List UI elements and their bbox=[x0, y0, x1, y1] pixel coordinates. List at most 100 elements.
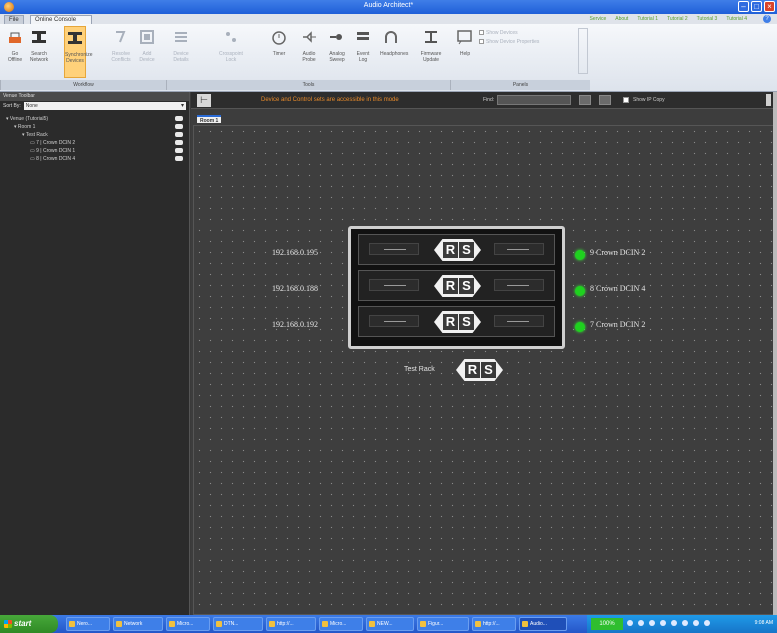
tray-icon[interactable] bbox=[682, 620, 688, 626]
tab-online-console[interactable]: Online Console bbox=[30, 15, 92, 24]
tray-icon[interactable] bbox=[649, 620, 655, 626]
pin-icon[interactable] bbox=[766, 94, 771, 106]
tree-item[interactable]: ▾ Test Rack bbox=[0, 131, 189, 139]
tree-item[interactable]: ▭ 7 | Crown DCIN 2 bbox=[0, 139, 189, 147]
show-properties-checkbox[interactable] bbox=[479, 39, 484, 44]
device-label[interactable]: 7 Crown DCIN 2 bbox=[590, 320, 645, 329]
taskbar-item[interactable]: Micro... bbox=[319, 617, 363, 631]
event-log-icon bbox=[357, 32, 369, 40]
tab-file[interactable]: File bbox=[4, 15, 24, 24]
taskbar-item[interactable]: Network bbox=[113, 617, 163, 631]
taskbar-item[interactable]: Micro... bbox=[166, 617, 210, 631]
link-about[interactable]: About bbox=[615, 15, 628, 23]
status-led bbox=[575, 250, 585, 260]
tray-icon[interactable] bbox=[638, 620, 644, 626]
close-button[interactable]: × bbox=[764, 1, 775, 12]
go-offline-button[interactable]: Go Offline bbox=[4, 26, 26, 78]
sort-row: Sort By: None bbox=[0, 101, 189, 111]
configure-icon[interactable]: ⊢ bbox=[197, 94, 211, 107]
rack-unit[interactable]: RS bbox=[358, 234, 555, 265]
rack-logo-icon[interactable]: RS bbox=[456, 359, 503, 381]
go-offline-label: Go Offline bbox=[7, 51, 23, 63]
tray-icon[interactable] bbox=[671, 620, 677, 626]
start-button[interactable]: start bbox=[0, 615, 58, 633]
status-icon bbox=[175, 156, 183, 161]
venue-tree: ▾ Venue (Tutorial5) ▾ Room 1 ▾ Test Rack ▭ … bbox=[0, 115, 189, 163]
tree-item[interactable]: ▭ 9 | Crown DCIN 1 bbox=[0, 147, 189, 155]
analog-sweep-button[interactable]: Analog Sweep bbox=[326, 26, 348, 78]
link-tutorial-1[interactable]: Tutorial 1 bbox=[637, 15, 658, 23]
device-ip: 192.168.0.195 bbox=[272, 248, 318, 257]
ribbon-scroll[interactable] bbox=[578, 28, 588, 74]
tray-icon[interactable] bbox=[627, 620, 633, 626]
device-details-label: Device Details bbox=[173, 51, 189, 63]
rack-unit[interactable]: RS bbox=[358, 306, 555, 337]
help-panel-button[interactable]: Help bbox=[454, 26, 476, 78]
link-tutorial-4[interactable]: Tutorial 4 bbox=[726, 15, 747, 23]
rs-logo-icon: RS bbox=[434, 275, 481, 297]
minimize-button[interactable]: ‒ bbox=[738, 1, 749, 12]
show-ip-checkbox[interactable] bbox=[623, 97, 629, 103]
venue-toolbar-title: Venue Toolbar bbox=[0, 92, 189, 101]
main-area: ⊢ Device and Control sets are accessible… bbox=[191, 92, 777, 615]
maximize-button[interactable]: □ bbox=[751, 1, 762, 12]
audio-probe-button[interactable]: Audio Probe bbox=[298, 26, 320, 78]
taskbar-item[interactable]: Audio... bbox=[519, 617, 567, 631]
find-input[interactable] bbox=[497, 95, 571, 105]
rack-handle-right bbox=[494, 315, 544, 327]
search-network-button[interactable]: Search Network bbox=[28, 26, 50, 78]
timer-button[interactable]: Timer bbox=[268, 26, 290, 78]
group-workflow: Workflow bbox=[0, 80, 166, 90]
find-prev-button[interactable] bbox=[579, 95, 591, 105]
firmware-update-button[interactable]: Firmware Update bbox=[418, 26, 444, 78]
tray-icon[interactable] bbox=[660, 620, 666, 626]
taskbar-item[interactable]: Figur... bbox=[417, 617, 469, 631]
help-icon[interactable]: ? bbox=[763, 15, 771, 23]
rack-unit[interactable]: RS bbox=[358, 270, 555, 301]
group-panels: Panels bbox=[450, 80, 590, 90]
show-properties-label: Show Device Properties bbox=[486, 38, 540, 45]
timer-label: Timer bbox=[272, 51, 286, 57]
device-details-button[interactable]: Device Details bbox=[170, 26, 192, 78]
synchronize-button[interactable]: Synchronize Devices bbox=[64, 26, 93, 78]
add-device-button[interactable]: Add Device bbox=[136, 26, 158, 78]
tray-icon[interactable] bbox=[704, 620, 710, 626]
headphones-button[interactable]: Headphones bbox=[380, 26, 408, 78]
tree-item-label: Room 1 bbox=[17, 124, 36, 130]
tree-item[interactable]: ▭ 8 | Crown DCIN 4 bbox=[0, 155, 189, 163]
device-label[interactable]: 8 Crown DCIN 4 bbox=[590, 284, 645, 293]
link-service[interactable]: Service bbox=[590, 15, 607, 23]
crosspoint-lock-button[interactable]: Crosspoint Lock bbox=[216, 26, 246, 78]
link-tutorial-2[interactable]: Tutorial 2 bbox=[667, 15, 688, 23]
show-devices-checkbox[interactable] bbox=[479, 30, 484, 35]
rack-frame[interactable]: RS RS RS bbox=[348, 226, 565, 349]
design-canvas[interactable]: RS RS RS 192.168.0.195 192.168.0.188 192… bbox=[193, 125, 775, 615]
link-tutorial-3[interactable]: Tutorial 3 bbox=[697, 15, 718, 23]
sort-dropdown[interactable]: None bbox=[23, 102, 186, 110]
tree-item-label: Test Rack bbox=[25, 132, 48, 138]
tray-icon[interactable] bbox=[693, 620, 699, 626]
device-label[interactable]: 9 Crown DCIN 2 bbox=[590, 248, 645, 257]
zoom-indicator[interactable]: 100% bbox=[591, 618, 623, 630]
status-icon bbox=[175, 124, 183, 129]
firmware-icon bbox=[425, 31, 437, 43]
find-next-button[interactable] bbox=[599, 95, 611, 105]
rack-handle-left bbox=[369, 243, 419, 255]
tab-room-1[interactable]: Room 1 bbox=[197, 115, 222, 124]
taskbar-item[interactable]: Nero... bbox=[66, 617, 110, 631]
search-network-icon bbox=[32, 31, 46, 43]
resolve-conflicts-button[interactable]: Resolve Conflicts bbox=[110, 26, 132, 78]
main-toolbar: ⊢ Device and Control sets are accessible… bbox=[191, 92, 777, 109]
taskbar-item[interactable]: http://... bbox=[472, 617, 516, 631]
show-properties-option[interactable]: Show Device Properties bbox=[479, 37, 574, 46]
event-log-button[interactable]: Event Log bbox=[352, 26, 374, 78]
synchronize-label: Synchronize Devices bbox=[65, 52, 93, 64]
taskbar-item[interactable]: NEW... bbox=[366, 617, 414, 631]
show-devices-option[interactable]: Show Devices bbox=[479, 28, 574, 37]
taskbar-item[interactable]: DTN... bbox=[213, 617, 263, 631]
vertical-scrollbar[interactable] bbox=[773, 92, 777, 615]
taskbar-item[interactable]: http://... bbox=[266, 617, 316, 631]
tree-item[interactable]: ▾ Room 1 bbox=[0, 123, 189, 131]
tree-item[interactable]: ▾ Venue (Tutorial5) bbox=[0, 115, 189, 123]
analog-sweep-icon bbox=[330, 34, 342, 40]
